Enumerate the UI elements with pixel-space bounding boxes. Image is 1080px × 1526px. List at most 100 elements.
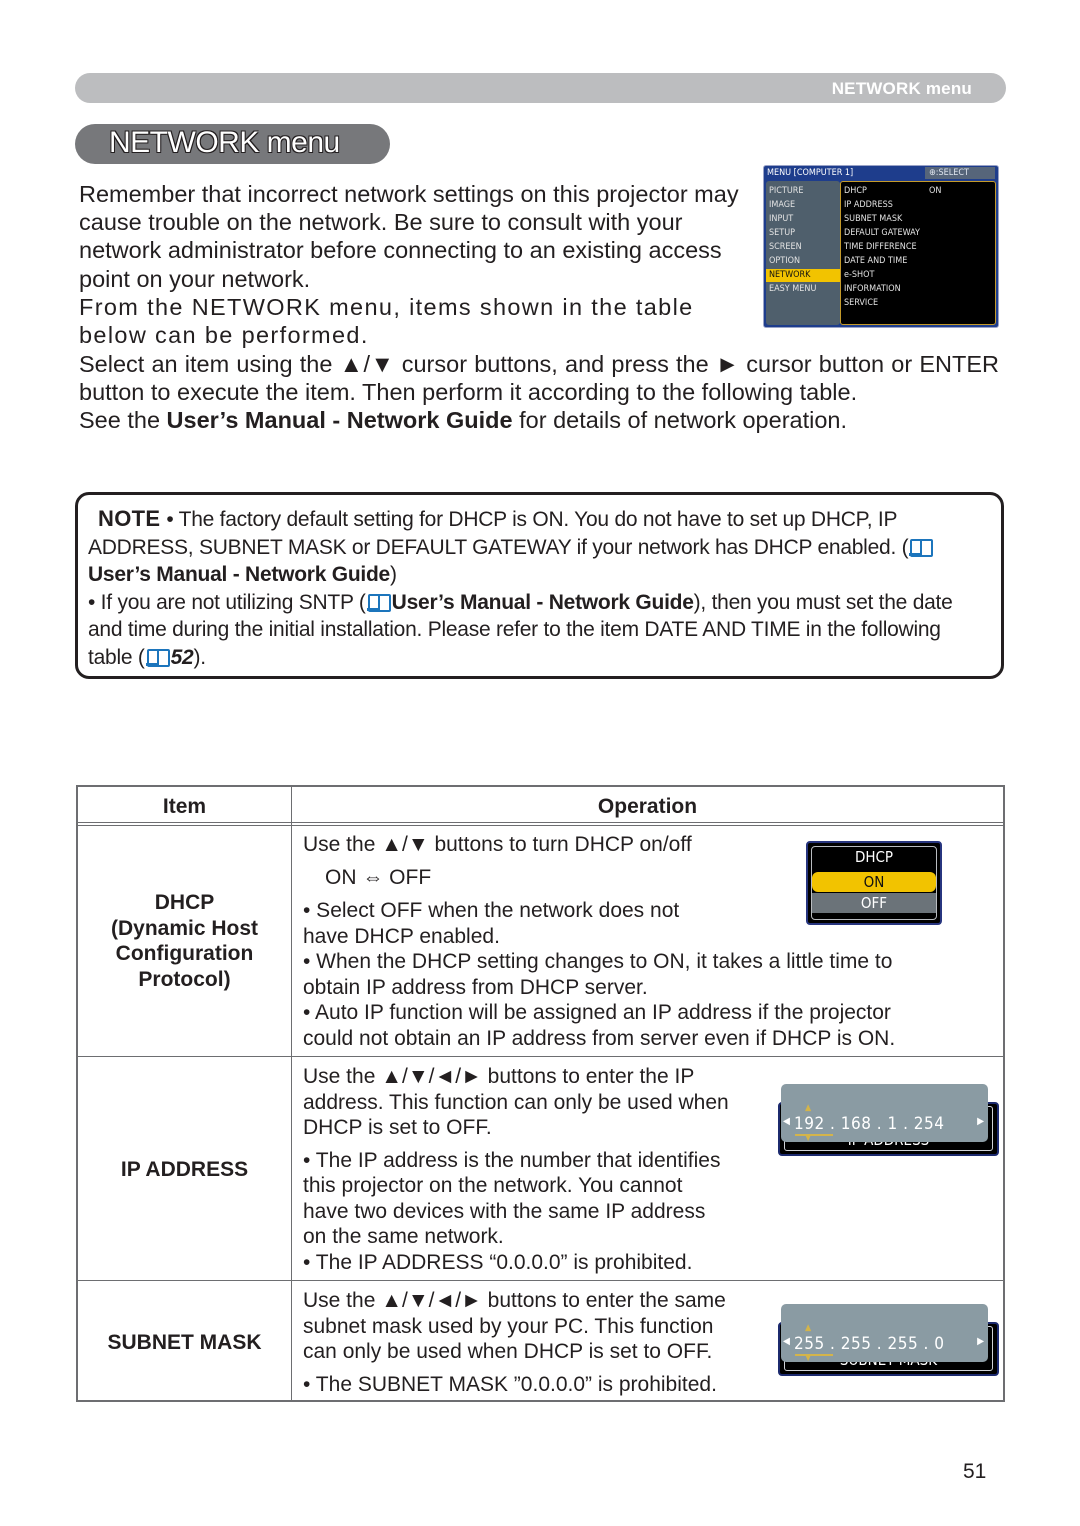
note-ref-link-1[interactable]: User’s Manual - Network Guide [88, 563, 390, 586]
table-header-divider [78, 822, 1003, 826]
note-text-1: • The factory default setting for DHCP i… [88, 508, 909, 559]
note-box: NOTE • The factory default setting for DH… [75, 492, 1004, 679]
book-icon [366, 593, 391, 612]
operation-text: obtain IP address from DHCP server. [303, 975, 648, 999]
operation-text: subnet mask used by your PC. This functi… [303, 1314, 714, 1338]
osd-right-item: DHCP [844, 186, 867, 196]
note-text-1-end: ) [390, 563, 397, 586]
arrow-left-icon: ◀ [783, 1336, 790, 1347]
operation-text: • The SUBNET MASK ”0.0.0.0” is prohibite… [303, 1372, 717, 1396]
dhcp-option-on: ON [812, 872, 936, 892]
running-header-title: NETWORK menu [831, 79, 972, 98]
operation-text: address. This function can only be used … [303, 1090, 729, 1114]
item-label: DHCP [154, 891, 215, 914]
ip-address-osd-widget: IP ADDRESS ◀ ▲ 192 . 168 . 1 . 254 ▼ ▶ [776, 1076, 1001, 1158]
book-icon [145, 648, 170, 667]
page-ref-link[interactable]: 52 [171, 646, 194, 669]
osd-right-item: DEFAULT GATEWAY [844, 228, 920, 238]
operation-text: • The IP ADDRESS “0.0.0.0” is prohibited… [303, 1250, 693, 1274]
cursor-underline [795, 1134, 833, 1136]
dhcp-widget-title: DHCP [854, 848, 894, 866]
osd-left-item: SCREEN [769, 242, 802, 252]
section-title-pill: NETWORK menu [75, 124, 390, 164]
osd-left-item: IMAGE [769, 200, 796, 210]
operation-cell-ip-address: Use the ▲/▼/◄/► buttons to enter the IP … [303, 1064, 729, 1275]
ip-address-value: 192 . 168 . 1 . 254 [794, 1114, 945, 1134]
osd-left-item: PICTURE [769, 186, 804, 196]
note-text-2-end: ). [193, 645, 206, 669]
item-cell-dhcp: DHCP (Dynamic Host Configuration Protoco… [78, 890, 291, 992]
running-header-bar: NETWORK menu [75, 73, 1006, 103]
operation-text: have DHCP enabled. [303, 924, 500, 948]
table-header-item: Item [162, 795, 207, 818]
item-label: Configuration [115, 942, 254, 965]
osd-left-item: INPUT [769, 214, 794, 224]
osd-select-hint: ⊕:SELECT [925, 167, 995, 179]
cursor-down-icon: ▼ [805, 1353, 812, 1363]
arrow-left-icon: ◀ [783, 1116, 790, 1127]
operation-text: Use the ▲/▼/◄/► buttons to enter the IP [303, 1065, 695, 1088]
see-suffix: for details of network operation. [512, 407, 848, 434]
operation-text: this projector on the network. You canno… [303, 1174, 683, 1197]
cursor-up-icon: ▲ [805, 1103, 812, 1113]
operation-text: Use the ▲/▼/◄/► buttons to enter the sam… [303, 1289, 726, 1312]
note-item-2: • If you are not utilizing SNTP ( User’s … [88, 589, 983, 672]
row-divider [78, 1280, 1003, 1281]
osd-left-item-active: NETWORK [766, 269, 840, 282]
osd-left-item: OPTION [769, 256, 801, 266]
table-column-divider [291, 787, 292, 1400]
dhcp-option-off: OFF [812, 893, 936, 913]
dhcp-osd-widget: DHCP ON OFF [806, 841, 942, 925]
cursor-down-icon: ▼ [805, 1133, 812, 1143]
operation-text: DHCP is set to OFF. [303, 1116, 492, 1139]
item-cell-subnet-mask: SUBNET MASK [78, 1330, 291, 1356]
section-title: NETWORK menu [109, 126, 340, 159]
intro-paragraph-1: Remember that incorrect network settings… [79, 181, 739, 292]
osd-right-item: SUBNET MASK [844, 214, 903, 224]
osd-right-item: INFORMATION [844, 284, 901, 294]
operation-cell-subnet-mask: Use the ▲/▼/◄/► buttons to enter the sam… [303, 1288, 726, 1397]
osd-right-panel: DHCP ON IP ADDRESS SUBNET MASK DEFAULT G… [840, 181, 996, 325]
item-label: (Dynamic Host [110, 916, 259, 940]
note-item-1: NOTE • The factory default setting for DH… [88, 505, 983, 589]
intro-paragraph-4: See the User’s Manual - Network Guide fo… [79, 406, 999, 434]
instructions-text: Select an item using the ▲/▼ cursor butt… [79, 350, 999, 435]
cursor-underline [795, 1354, 833, 1356]
note-tag: NOTE [98, 506, 161, 531]
intro-text: Remember that incorrect network settings… [79, 180, 749, 349]
osd-menu-screenshot: MENU [COMPUTER 1] ⊕:SELECT PICTURE IMAGE… [763, 165, 999, 328]
osd-right-item: e-SHOT [844, 270, 875, 280]
arrow-right-icon: ▶ [977, 1116, 984, 1127]
operation-text: • Auto IP function will be assigned an I… [303, 1001, 891, 1024]
intro-paragraph-3: Select an item using the ▲/▼ cursor butt… [79, 351, 999, 406]
operation-text: could not obtain an IP address from serv… [303, 1026, 896, 1050]
table-header-operation: Operation [597, 795, 698, 818]
operation-text: on the same network. [303, 1225, 504, 1248]
arrow-right-icon: ▶ [977, 1336, 984, 1347]
osd-left-item: SETUP [769, 228, 796, 238]
operation-text: • The IP address is the number that iden… [303, 1148, 721, 1172]
note-text-2: • If you are not utilizing SNTP ( [88, 590, 366, 614]
operation-text: can only be used when DHCP is set to OFF… [303, 1340, 713, 1363]
osd-dhcp-value: ON [929, 186, 942, 196]
osd-right-item: SERVICE [844, 298, 879, 308]
item-label: IP ADDRESS [120, 1158, 249, 1181]
network-items-table: Item Operation DHCP (Dynamic Host Config… [76, 785, 1005, 1402]
osd-left-item: EASY MENU [769, 284, 817, 294]
cursor-up-icon: ▲ [805, 1323, 812, 1333]
page-number: 51 [963, 1460, 987, 1483]
item-label: Protocol) [138, 967, 231, 991]
osd-right-item: IP ADDRESS [844, 200, 893, 210]
osd-right-item: TIME DIFFERENCE [844, 242, 917, 252]
item-label: SUBNET MASK [107, 1331, 262, 1354]
note-ref-link-2[interactable]: User’s Manual - Network Guide [392, 591, 694, 614]
subnet-mask-osd-widget: SUBNET MASK ◀ ▲ 255 . 255 . 255 . 0 ▼ ▶ [776, 1296, 1001, 1378]
book-icon [909, 538, 934, 557]
row-divider [78, 1056, 1003, 1057]
subnet-mask-value: 255 . 255 . 255 . 0 [794, 1334, 945, 1354]
intro-paragraph-2: From the NETWORK menu, items shown in th… [79, 293, 694, 349]
item-cell-ip-address: IP ADDRESS [78, 1157, 291, 1183]
osd-right-item: DATE AND TIME [844, 256, 908, 266]
see-prefix: See the [79, 407, 167, 434]
network-guide-link[interactable]: User’s Manual - Network Guide [167, 407, 513, 433]
